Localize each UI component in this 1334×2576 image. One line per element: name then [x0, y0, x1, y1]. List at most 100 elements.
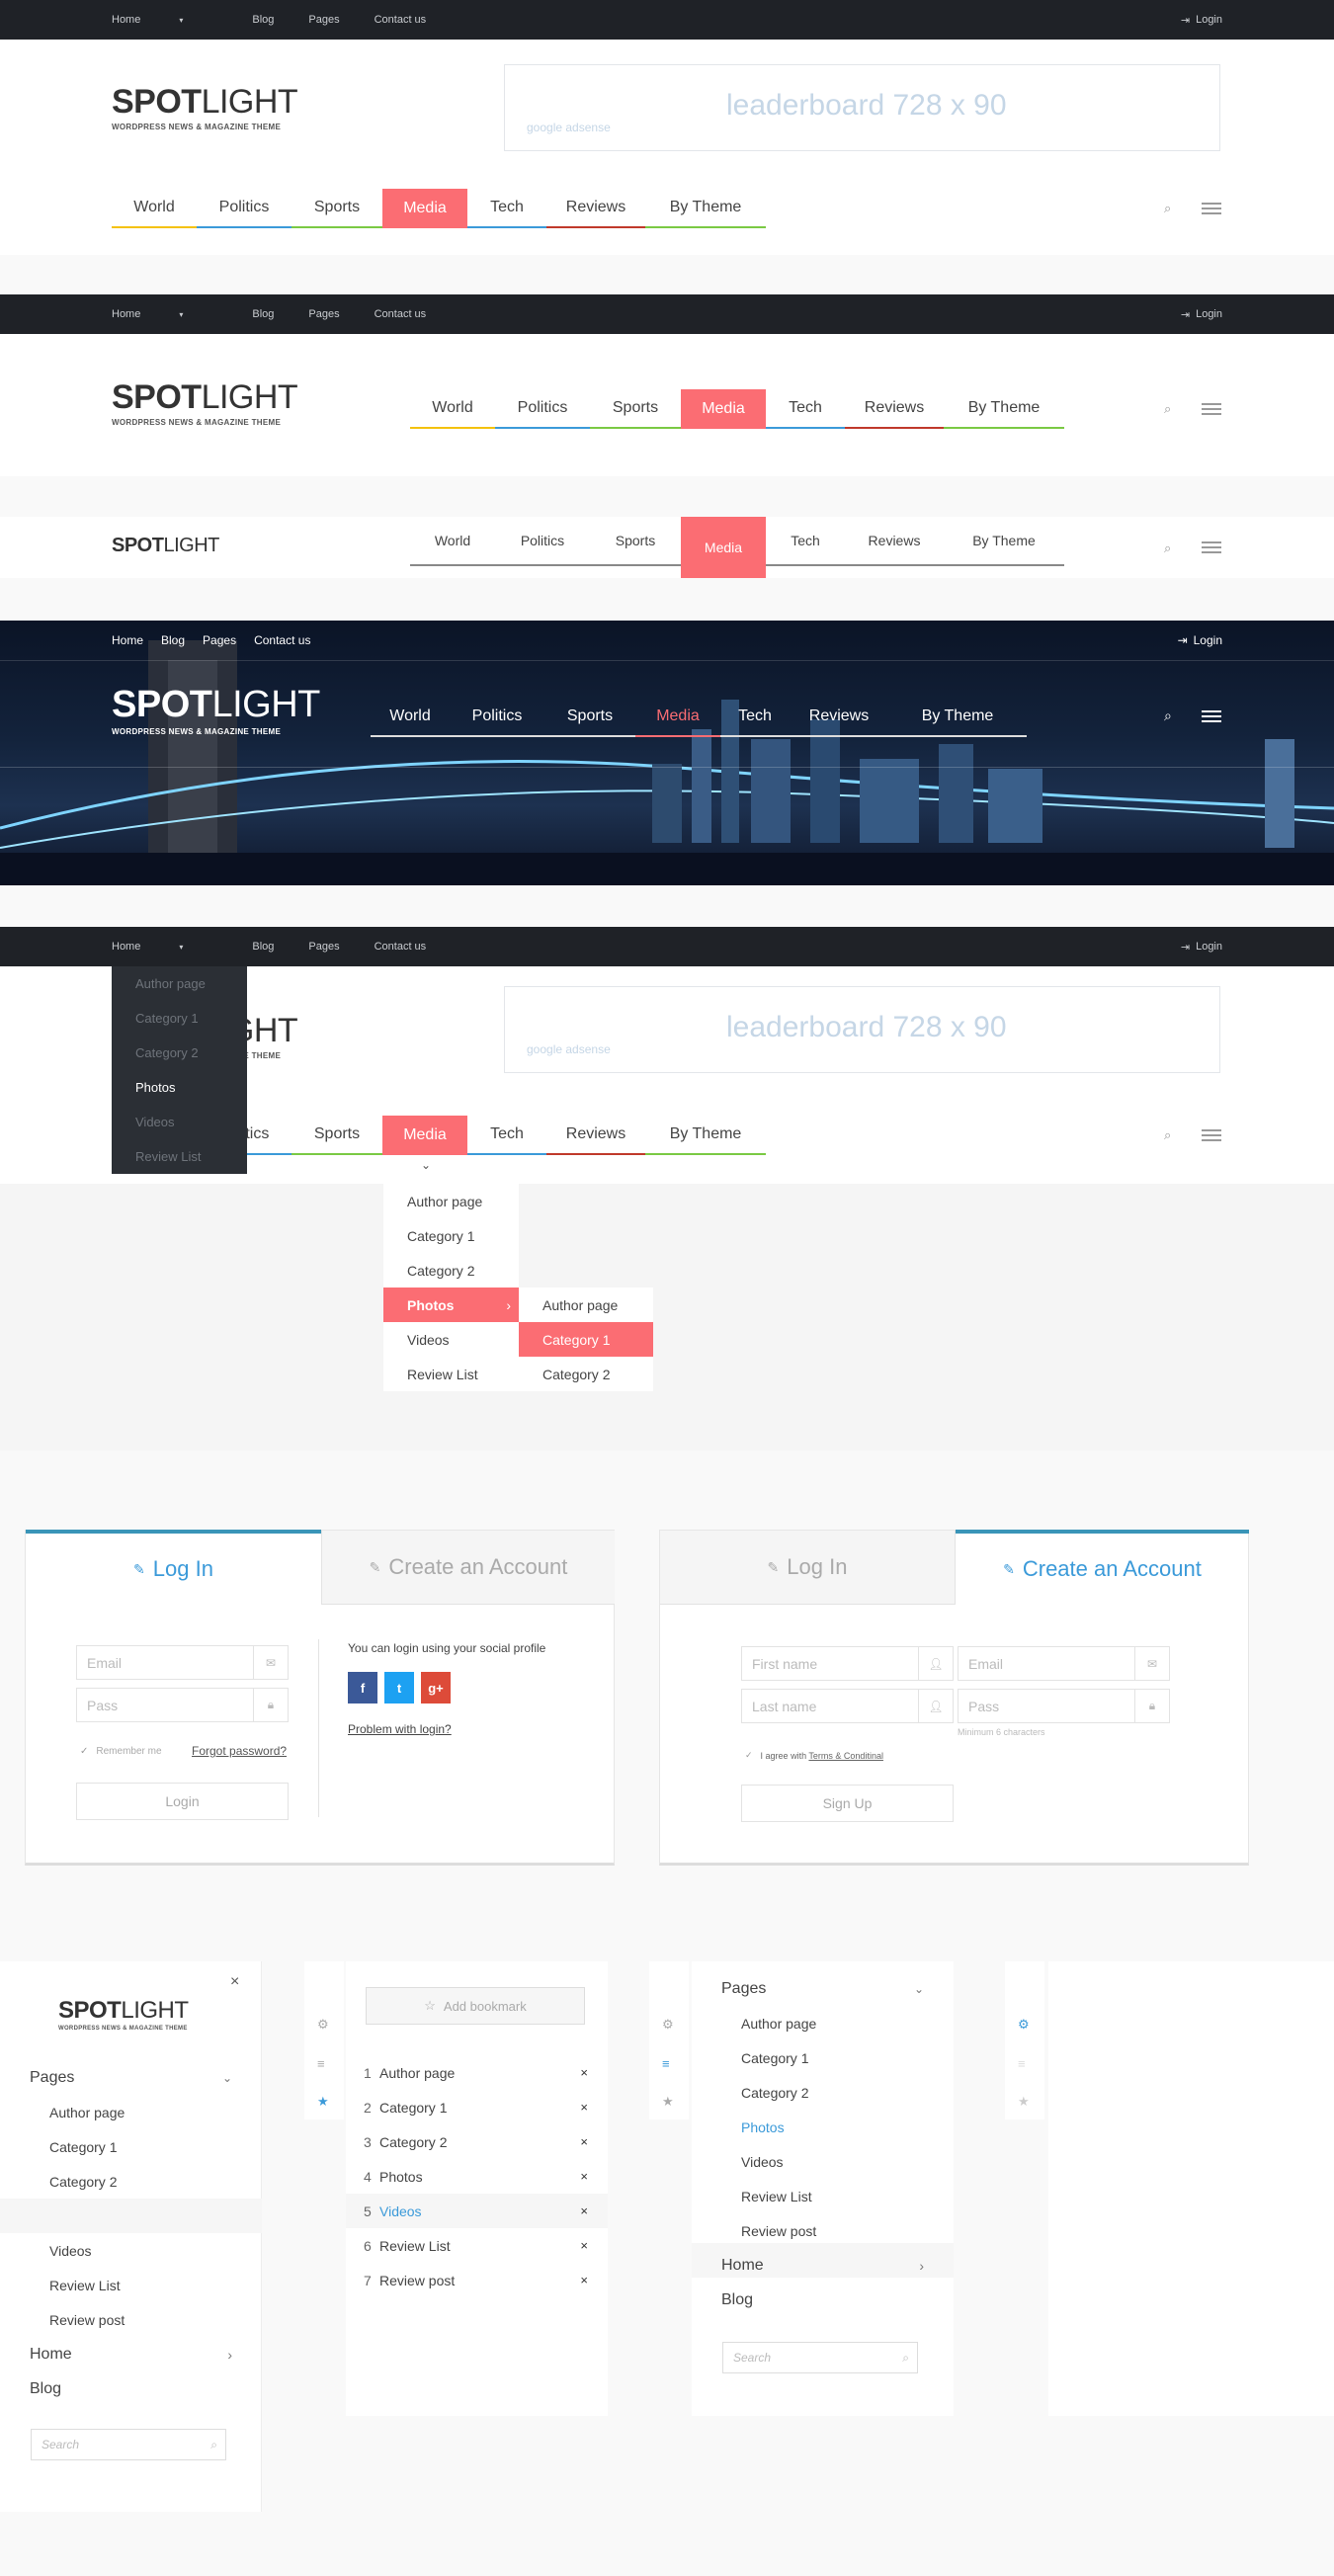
nav-world[interactable]: World	[410, 389, 495, 429]
menu-item[interactable]: Author page	[741, 2006, 939, 2040]
dropdown-item[interactable]: Review List	[383, 1357, 519, 1391]
top-pages-link[interactable]: Pages	[308, 941, 339, 953]
problem-login-link[interactable]: Problem with login?	[348, 1722, 452, 1736]
nav-by-theme[interactable]: By Theme	[645, 1116, 766, 1155]
nav-world[interactable]: World	[112, 189, 197, 228]
star-icon[interactable]: ★	[662, 2094, 674, 2110]
nav-tech[interactable]: Tech	[467, 1116, 546, 1155]
top-home-link[interactable]: Home ▾	[112, 14, 217, 26]
password-field[interactable]: Pass 🔒︎	[76, 1688, 289, 1722]
top-contact-link[interactable]: Contact us	[375, 308, 427, 320]
nav-sports[interactable]: Sports	[292, 1116, 382, 1155]
login-link[interactable]: ⇥ Login	[1181, 0, 1222, 40]
top-pages-link[interactable]: Pages	[308, 308, 339, 320]
sign-up-button[interactable]: Sign Up	[741, 1785, 954, 1822]
nav-reviews[interactable]: Reviews	[546, 189, 645, 228]
nav-reviews[interactable]: Reviews	[546, 1116, 645, 1155]
dropdown-item[interactable]: Videos	[383, 1322, 519, 1357]
bookmark-row[interactable]: 6 Review List ×	[346, 2228, 608, 2263]
nav-by-theme[interactable]: By Theme	[944, 517, 1064, 566]
nav-media[interactable]: Media	[635, 698, 720, 737]
tab-login[interactable]: ✎ Log In	[660, 1531, 956, 1605]
menu-item[interactable]: Review List	[741, 2179, 939, 2213]
hamburger-icon[interactable]	[1202, 400, 1221, 418]
menu-item[interactable]: Review List	[49, 2268, 247, 2302]
nav-reviews[interactable]: Reviews	[845, 389, 944, 429]
menu-item[interactable]: Videos	[49, 2233, 247, 2268]
menu-blog[interactable]: Blog	[30, 2371, 61, 2406]
login-link[interactable]: ⇥ Login	[1181, 294, 1222, 334]
nav-politics[interactable]: Politics	[450, 698, 544, 737]
top-blog-link[interactable]: Blog	[161, 633, 185, 647]
search-icon[interactable]: ⌕	[1164, 707, 1172, 724]
nav-reviews[interactable]: Reviews	[790, 698, 888, 737]
nav-reviews[interactable]: Reviews	[845, 517, 944, 566]
nav-politics[interactable]: Politics	[495, 389, 590, 429]
dropdown-item[interactable]: Review List	[112, 1139, 247, 1174]
submenu-item[interactable]: Category 2	[519, 1357, 653, 1391]
search-icon[interactable]: ⌕	[1164, 401, 1171, 417]
dropdown-item-active[interactable]: Photos	[112, 1070, 247, 1105]
nav-tech[interactable]: Tech	[720, 698, 790, 737]
top-contact-link[interactable]: Contact us	[375, 14, 427, 26]
gear-icon[interactable]: ⚙	[662, 2017, 674, 2033]
site-logo-small[interactable]: SPOTLIGHT	[112, 535, 219, 557]
twitter-icon[interactable]: t	[384, 1672, 414, 1703]
search-icon[interactable]: ⌕	[1164, 540, 1171, 556]
nav-sports[interactable]: Sports	[590, 389, 681, 429]
submenu-item[interactable]: Author page	[519, 1288, 653, 1322]
bookmark-row[interactable]: 7 Review post ×	[346, 2263, 608, 2297]
menu-item[interactable]: Author page	[49, 2095, 247, 2129]
dropdown-item[interactable]: Category 2	[112, 1036, 247, 1070]
nav-world[interactable]: World	[371, 698, 450, 737]
menu-item[interactable]: Category 1	[49, 2129, 247, 2164]
terms-link[interactable]: Terms & Conditinal	[808, 1751, 883, 1761]
hamburger-icon[interactable]	[1202, 200, 1221, 217]
menu-home[interactable]: Home ›	[30, 2337, 232, 2371]
nav-media[interactable]: Media	[681, 517, 766, 578]
close-icon[interactable]: ×	[230, 1973, 239, 1991]
nav-world[interactable]: World	[410, 517, 495, 566]
top-contact-link[interactable]: Contact us	[254, 633, 310, 647]
menu-pages[interactable]: Pages ⌄	[721, 1971, 924, 2006]
nav-sports[interactable]: Sports	[544, 698, 635, 737]
terms-checkbox[interactable]: ✓ I agree with Terms & Conditinal	[745, 1750, 883, 1761]
nav-tech[interactable]: Tech	[766, 517, 845, 566]
site-logo-white[interactable]: SPOTLIGHT WORDPRESS NEWS & MAGAZINE THEM…	[112, 684, 320, 736]
nav-by-theme[interactable]: By Theme	[888, 698, 1027, 737]
email-field[interactable]: Email ✉	[958, 1646, 1170, 1681]
site-logo[interactable]: SPOTLIGHT WORDPRESS NEWS & MAGAZINE THEM…	[112, 378, 298, 427]
bookmark-row[interactable]: 3 Category 2 ×	[346, 2124, 608, 2159]
bookmark-row[interactable]: 1 Author page ×	[346, 2055, 608, 2090]
tab-login[interactable]: ✎ Log In	[26, 1534, 321, 1605]
ad-leaderboard[interactable]: leaderboard 728 x 90 google adsense	[504, 64, 1220, 151]
top-blog-link[interactable]: Blog	[252, 941, 274, 953]
dropdown-item[interactable]: Category 1	[112, 1001, 247, 1036]
top-home-link[interactable]: Home	[112, 633, 143, 647]
menu-item[interactable]: Videos	[741, 2144, 939, 2179]
ad-leaderboard[interactable]: leaderboard 728 x 90 google adsense	[504, 986, 1220, 1073]
close-icon[interactable]: ×	[580, 2169, 588, 2184]
add-bookmark-button[interactable]: ☆ Add bookmark	[366, 1987, 585, 2025]
dropdown-item[interactable]: Category 1	[383, 1218, 519, 1253]
star-icon[interactable]: ★	[1018, 2094, 1030, 2110]
email-field[interactable]: Email ✉	[76, 1645, 289, 1680]
nav-by-theme[interactable]: By Theme	[645, 189, 766, 228]
bookmark-row-active[interactable]: 5 Videos ×	[346, 2194, 608, 2228]
menu-item-active[interactable]: Photos	[741, 2110, 939, 2144]
close-icon[interactable]: ×	[580, 2065, 588, 2080]
menu-item[interactable]: Review post	[49, 2302, 247, 2337]
top-pages-link[interactable]: Pages	[203, 633, 236, 647]
hamburger-icon[interactable]	[1202, 1126, 1221, 1144]
tab-create-account[interactable]: ✎ Create an Account	[956, 1534, 1249, 1605]
nav-politics[interactable]: Politics	[197, 189, 292, 228]
nav-sports[interactable]: Sports	[292, 189, 382, 228]
submenu-item-active[interactable]: Category 1	[519, 1322, 653, 1357]
dropdown-item-active[interactable]: Photos ›	[383, 1288, 519, 1322]
menu-item[interactable]: Category 2	[741, 2075, 939, 2110]
menu-item[interactable]: Review post	[741, 2213, 939, 2248]
facebook-icon[interactable]: f	[348, 1672, 377, 1703]
search-input[interactable]: Search ⌕	[722, 2342, 918, 2373]
login-button[interactable]: Login	[76, 1783, 289, 1820]
list-icon[interactable]: ≡	[662, 2056, 670, 2071]
